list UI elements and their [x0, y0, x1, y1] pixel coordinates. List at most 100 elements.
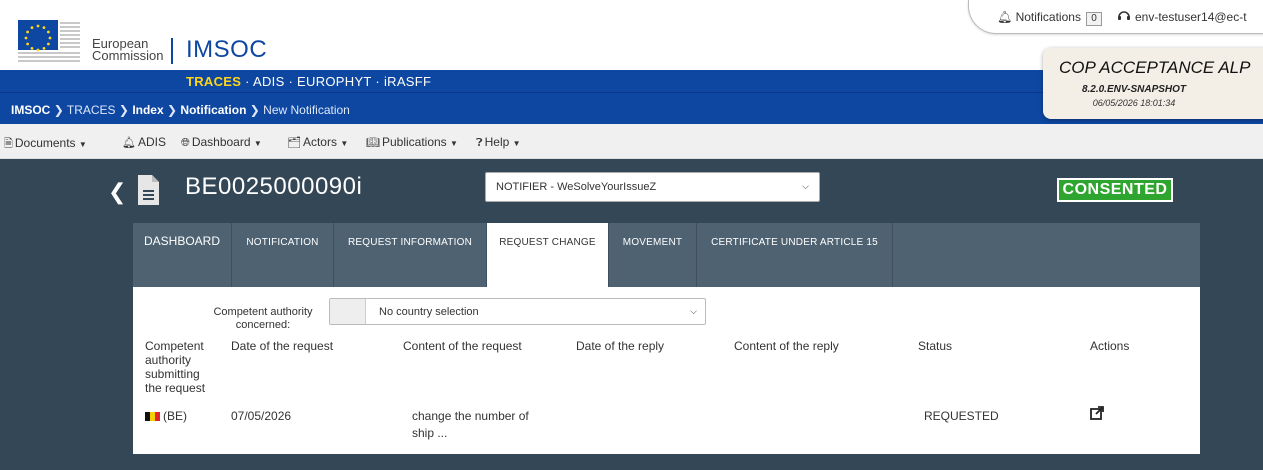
user-menu[interactable]: env-testuser14@ec-t [1117, 10, 1247, 24]
chevron-down-icon: ⌵ [690, 306, 697, 316]
request-change-panel: Competent authority concerned: No countr… [133, 287, 1200, 454]
column-header-content-request: Content of the request [403, 339, 522, 353]
question-circle-icon: ❓︎ [476, 137, 483, 149]
menu-publications-label: Publications [381, 135, 447, 149]
competent-authority-select[interactable]: No country selection ⌵ [329, 298, 706, 325]
caret-down-icon: ▼ [78, 140, 87, 149]
environment-datetime: 06/05/2026 18:01:34 [1092, 98, 1176, 108]
menu-adis-label: ADIS [137, 135, 166, 149]
caret-down-icon: ▼ [450, 139, 458, 148]
menu-documents-label: Documents [14, 136, 76, 150]
tab-request-change-label: Request change [499, 237, 596, 248]
breadcrumb-imsoc[interactable]: IMSOC [11, 103, 50, 117]
user-email: env-testuser14@ec-t [1135, 10, 1247, 24]
app-name[interactable]: IMSOC [186, 36, 267, 64]
user-bar: 🔔︎ Notifications 0 env-testuser14@ec-t [968, 0, 1263, 34]
filter-label-line2: concerned: [235, 319, 291, 331]
breadcrumb-traces[interactable]: TRACES [67, 103, 116, 117]
menu-dashboard-label: Dashboard [191, 135, 251, 149]
document-number: BE0025000090i [185, 173, 363, 200]
notifications-link[interactable]: 🔔︎ Notifications 0 [997, 10, 1102, 26]
flag-placeholder [330, 299, 366, 324]
app-link-traces[interactable]: TRACES [186, 74, 241, 89]
app-link-irasff[interactable]: iRASFF [384, 74, 431, 89]
row-date-request: 07/05/2026 [231, 409, 292, 423]
environment-title: COP ACCEPTANCE ALP [1059, 58, 1251, 77]
menu-actors[interactable]: 🗂︎ Actors ▼ [287, 135, 348, 149]
ec-wordmark: European Commission [92, 37, 164, 63]
breadcrumb: IMSOC ❯ TRACES ❯ Index ❯ Notification ❯ … [11, 103, 350, 117]
chevron-down-icon: ⌵ [802, 181, 809, 191]
caret-down-icon: ▼ [340, 139, 349, 148]
filter-label-line1: Competent authority [213, 306, 313, 318]
tab-movement[interactable]: Movement [609, 223, 697, 287]
column-header-date-reply: Date of the reply [576, 339, 665, 353]
ec-wordmark-line2: Commission [92, 48, 164, 63]
menu-actors-label: Actors [302, 135, 337, 149]
breadcrumb-notification[interactable]: Notification [180, 103, 246, 117]
notifier-select-value: NOTIFIER - WeSolveYourIssueZ [496, 181, 657, 193]
logo-divider [171, 38, 173, 64]
column-header-status: Status [918, 339, 953, 353]
tab-request-information[interactable]: Request information [334, 223, 487, 287]
column-header-authority: Competent authority submitting the reque… [145, 339, 205, 395]
breadcrumb-index[interactable]: Index [132, 103, 163, 117]
breadcrumb-separator: ❯ [53, 103, 64, 117]
row-authority: (BE) [145, 408, 187, 425]
app-separator: · [245, 74, 250, 89]
tab-bar: DASHBOARD Notification Request informati… [133, 223, 1200, 287]
environment-version: 8.2.0.ENV-SNAPSHOT [1081, 84, 1187, 95]
bell-icon: 🔔︎ [997, 10, 1013, 24]
header-line: the request [145, 381, 206, 395]
tab-dashboard-label: DASHBOARD [143, 234, 220, 248]
tab-request-change[interactable]: Request change [487, 223, 609, 287]
external-link-icon[interactable] [1090, 406, 1104, 425]
notifier-select[interactable]: NOTIFIER - WeSolveYourIssueZ ⌵ [485, 172, 820, 202]
bell-icon: 🔔︎ [122, 137, 136, 149]
tab-certificate-article-15[interactable]: Certificate under Article 15 [697, 223, 893, 287]
competent-authority-filter-label: Competent authority concerned: [208, 306, 318, 332]
tab-notification[interactable]: Notification [232, 223, 334, 287]
menu-publications[interactable]: 📖︎ Publications ▼ [366, 135, 458, 149]
header-line: Competent [145, 339, 204, 353]
column-header-content-reply: Content of the reply [734, 339, 839, 353]
main-content: ❮ BE0025000090i NOTIFIER - WeSolveYourIs… [0, 159, 1263, 470]
app-link-europhyt[interactable]: EUROPHYT [297, 74, 371, 89]
caret-down-icon: ▼ [253, 139, 262, 148]
row-authority-code: (BE) [163, 409, 187, 423]
competent-authority-select-value: No country selection [379, 306, 479, 318]
globe-icon: 🌐︎ [181, 137, 190, 149]
app-link-adis[interactable]: ADIS [253, 74, 285, 89]
app-switcher: TRACES · ADIS · EUROPHYT · iRASFF [186, 74, 431, 89]
main-menu: 🗎 Documents ▼ 🔔︎ ADIS 🌐︎ Dashboard ▼ 🗂︎ Acto… [0, 124, 1263, 159]
header-line: submitting [145, 367, 200, 381]
menu-adis[interactable]: 🔔︎ ADIS [122, 135, 166, 149]
tab-movement-label: Movement [622, 237, 683, 248]
document-icon: 🗎 [4, 138, 13, 150]
user-headset-icon [1118, 11, 1130, 20]
menu-dashboard[interactable]: 🌐︎ Dashboard ▼ [181, 135, 262, 150]
notifications-count: 0 [1086, 12, 1102, 26]
row-content-line: change the number of [412, 409, 529, 423]
tab-certificate-article-15-label: Certificate under Article 15 [711, 237, 878, 248]
breadcrumb-separator: ❯ [167, 103, 178, 117]
status-badge: CONSENTED [1057, 178, 1173, 202]
menu-help-label: Help [484, 135, 510, 149]
menu-documents[interactable]: 🗎 Documents ▼ [4, 135, 87, 154]
ec-logo [18, 20, 80, 62]
column-header-date-request: Date of the request [231, 339, 334, 353]
app-separator: · [288, 74, 294, 89]
menu-help[interactable]: ❓︎ Help ▼ [476, 135, 521, 150]
breadcrumb-separator: ❯ [118, 103, 129, 117]
tab-notification-label: Notification [246, 237, 319, 248]
breadcrumb-separator: ❯ [249, 103, 260, 117]
notifications-label: Notifications [1015, 10, 1081, 24]
book-icon: 📖︎ [366, 137, 380, 149]
row-content-request: change the number of ship ... [412, 408, 529, 442]
tab-dashboard[interactable]: DASHBOARD [133, 223, 232, 287]
belgium-flag-icon [145, 412, 160, 421]
back-arrow-icon[interactable]: ❮ [108, 179, 126, 205]
header-line: authority [145, 353, 192, 367]
column-header-actions: Actions [1090, 339, 1130, 353]
row-content-line: ship ... [412, 426, 448, 440]
